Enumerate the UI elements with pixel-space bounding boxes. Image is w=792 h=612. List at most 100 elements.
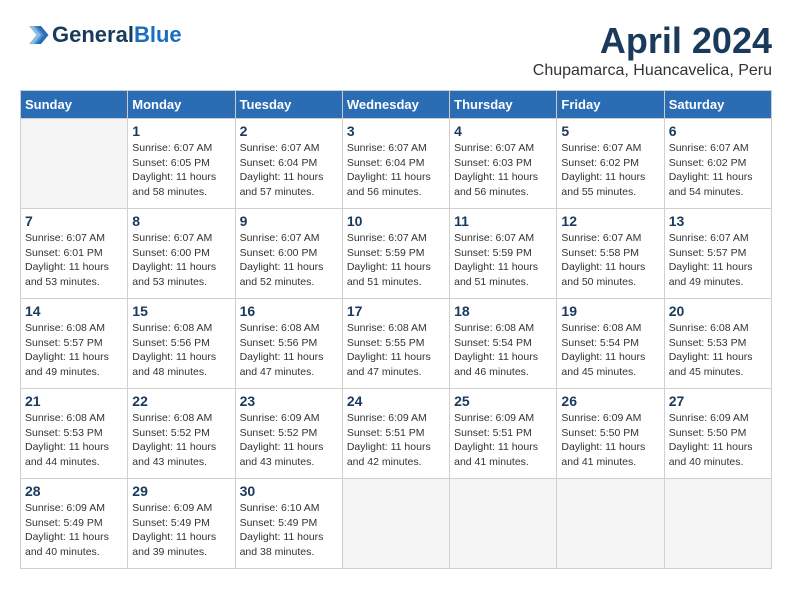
day-info: Sunrise: 6:07 AM Sunset: 6:01 PM Dayligh… [25,231,123,290]
calendar-cell: 9 Sunrise: 6:07 AM Sunset: 6:00 PM Daylig… [235,209,342,299]
calendar-cell: 27 Sunrise: 6:09 AM Sunset: 5:50 PM Dayli… [664,389,771,479]
day-info: Sunrise: 6:07 AM Sunset: 6:04 PM Dayligh… [240,141,338,200]
day-info: Sunrise: 6:07 AM Sunset: 6:03 PM Dayligh… [454,141,552,200]
day-info: Sunrise: 6:08 AM Sunset: 5:56 PM Dayligh… [240,321,338,380]
logo-text: GeneralBlue [52,23,182,47]
day-number: 17 [347,303,445,319]
day-number: 20 [669,303,767,319]
day-info: Sunrise: 6:09 AM Sunset: 5:50 PM Dayligh… [561,411,659,470]
header-monday: Monday [128,91,235,119]
day-number: 19 [561,303,659,319]
day-number: 28 [25,483,123,499]
day-info: Sunrise: 6:07 AM Sunset: 5:59 PM Dayligh… [454,231,552,290]
calendar-cell: 28 Sunrise: 6:09 AM Sunset: 5:49 PM Dayli… [21,479,128,569]
calendar-cell [664,479,771,569]
calendar-week-3: 21 Sunrise: 6:08 AM Sunset: 5:53 PM Dayli… [21,389,772,479]
logo-icon [20,20,50,50]
day-number: 12 [561,213,659,229]
day-info: Sunrise: 6:10 AM Sunset: 5:49 PM Dayligh… [240,501,338,560]
header-saturday: Saturday [664,91,771,119]
calendar-cell: 21 Sunrise: 6:08 AM Sunset: 5:53 PM Dayli… [21,389,128,479]
calendar-cell: 24 Sunrise: 6:09 AM Sunset: 5:51 PM Dayli… [342,389,449,479]
calendar-cell: 30Sunrise: 6:10 AM Sunset: 5:49 PM Dayli… [235,479,342,569]
day-number: 23 [240,393,338,409]
day-info: Sunrise: 6:08 AM Sunset: 5:57 PM Dayligh… [25,321,123,380]
day-number: 26 [561,393,659,409]
calendar-cell: 29 Sunrise: 6:09 AM Sunset: 5:49 PM Dayli… [128,479,235,569]
calendar-cell: 8 Sunrise: 6:07 AM Sunset: 6:00 PM Daylig… [128,209,235,299]
calendar-cell: 20 Sunrise: 6:08 AM Sunset: 5:53 PM Dayli… [664,299,771,389]
title-section: April 2024 Chupamarca, Huancavelica, Per… [533,20,772,80]
day-info: Sunrise: 6:07 AM Sunset: 5:57 PM Dayligh… [669,231,767,290]
calendar-header-row: SundayMondayTuesdayWednesdayThursdayFrid… [21,91,772,119]
calendar-cell [557,479,664,569]
calendar-cell: 26 Sunrise: 6:09 AM Sunset: 5:50 PM Dayli… [557,389,664,479]
calendar-cell: 14 Sunrise: 6:08 AM Sunset: 5:57 PM Dayli… [21,299,128,389]
day-info: Sunrise: 6:07 AM Sunset: 6:02 PM Dayligh… [561,141,659,200]
calendar-cell: 22 Sunrise: 6:08 AM Sunset: 5:52 PM Dayli… [128,389,235,479]
calendar-cell: 19Sunrise: 6:08 AM Sunset: 5:54 PM Dayli… [557,299,664,389]
day-info: Sunrise: 6:07 AM Sunset: 5:59 PM Dayligh… [347,231,445,290]
calendar-week-0: 1 Sunrise: 6:07 AM Sunset: 6:05 PM Daylig… [21,119,772,209]
calendar-cell [450,479,557,569]
calendar-cell: 10Sunrise: 6:07 AM Sunset: 5:59 PM Dayli… [342,209,449,299]
day-number: 16 [240,303,338,319]
day-info: Sunrise: 6:09 AM Sunset: 5:51 PM Dayligh… [347,411,445,470]
day-info: Sunrise: 6:08 AM Sunset: 5:53 PM Dayligh… [25,411,123,470]
day-number: 24 [347,393,445,409]
day-number: 22 [132,393,230,409]
day-info: Sunrise: 6:08 AM Sunset: 5:53 PM Dayligh… [669,321,767,380]
calendar-cell: 18Sunrise: 6:08 AM Sunset: 5:54 PM Dayli… [450,299,557,389]
day-info: Sunrise: 6:09 AM Sunset: 5:51 PM Dayligh… [454,411,552,470]
day-number: 15 [132,303,230,319]
day-number: 1 [132,123,230,139]
day-info: Sunrise: 6:09 AM Sunset: 5:49 PM Dayligh… [25,501,123,560]
day-number: 29 [132,483,230,499]
logo-line2: Blue [134,22,182,47]
logo: GeneralBlue [20,20,182,50]
day-number: 14 [25,303,123,319]
calendar-cell: 11Sunrise: 6:07 AM Sunset: 5:59 PM Dayli… [450,209,557,299]
day-info: Sunrise: 6:07 AM Sunset: 6:04 PM Dayligh… [347,141,445,200]
day-number: 6 [669,123,767,139]
header-thursday: Thursday [450,91,557,119]
day-number: 9 [240,213,338,229]
location-title: Chupamarca, Huancavelica, Peru [533,62,772,80]
header-sunday: Sunday [21,91,128,119]
day-number: 18 [454,303,552,319]
day-number: 25 [454,393,552,409]
day-number: 8 [132,213,230,229]
month-title: April 2024 [533,20,772,62]
day-number: 13 [669,213,767,229]
calendar-cell [342,479,449,569]
day-number: 7 [25,213,123,229]
calendar-cell: 4 Sunrise: 6:07 AM Sunset: 6:03 PM Daylig… [450,119,557,209]
calendar-cell: 6Sunrise: 6:07 AM Sunset: 6:02 PM Daylig… [664,119,771,209]
day-info: Sunrise: 6:07 AM Sunset: 6:00 PM Dayligh… [240,231,338,290]
day-number: 27 [669,393,767,409]
calendar-cell: 17 Sunrise: 6:08 AM Sunset: 5:55 PM Dayli… [342,299,449,389]
day-number: 4 [454,123,552,139]
day-info: Sunrise: 6:08 AM Sunset: 5:52 PM Dayligh… [132,411,230,470]
day-info: Sunrise: 6:08 AM Sunset: 5:56 PM Dayligh… [132,321,230,380]
day-info: Sunrise: 6:08 AM Sunset: 5:55 PM Dayligh… [347,321,445,380]
calendar-week-2: 14 Sunrise: 6:08 AM Sunset: 5:57 PM Dayli… [21,299,772,389]
day-info: Sunrise: 6:07 AM Sunset: 6:05 PM Dayligh… [132,141,230,200]
calendar-table: SundayMondayTuesdayWednesdayThursdayFrid… [20,90,772,569]
day-info: Sunrise: 6:09 AM Sunset: 5:50 PM Dayligh… [669,411,767,470]
day-number: 21 [25,393,123,409]
day-info: Sunrise: 6:07 AM Sunset: 6:00 PM Dayligh… [132,231,230,290]
day-info: Sunrise: 6:09 AM Sunset: 5:49 PM Dayligh… [132,501,230,560]
calendar-cell: 13 Sunrise: 6:07 AM Sunset: 5:57 PM Dayli… [664,209,771,299]
calendar-cell: 12Sunrise: 6:07 AM Sunset: 5:58 PM Dayli… [557,209,664,299]
calendar-cell: 23 Sunrise: 6:09 AM Sunset: 5:52 PM Dayli… [235,389,342,479]
day-number: 3 [347,123,445,139]
day-number: 5 [561,123,659,139]
logo-line1: General [52,22,134,47]
calendar-cell: 7 Sunrise: 6:07 AM Sunset: 6:01 PM Daylig… [21,209,128,299]
calendar-cell: 2Sunrise: 6:07 AM Sunset: 6:04 PM Daylig… [235,119,342,209]
header-tuesday: Tuesday [235,91,342,119]
calendar-cell [21,119,128,209]
calendar-cell: 1 Sunrise: 6:07 AM Sunset: 6:05 PM Daylig… [128,119,235,209]
day-info: Sunrise: 6:09 AM Sunset: 5:52 PM Dayligh… [240,411,338,470]
